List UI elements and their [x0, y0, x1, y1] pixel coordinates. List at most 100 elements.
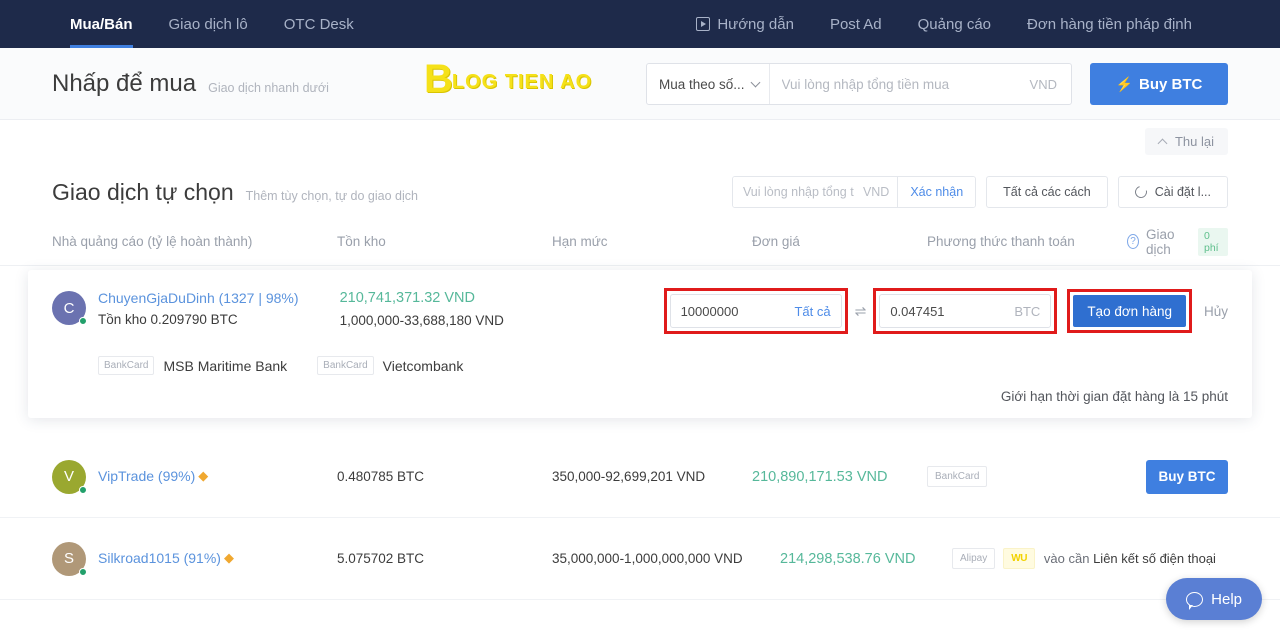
vip-badge-icon: ◆ — [223, 550, 234, 566]
collapse-button[interactable]: Thu lại — [1144, 128, 1228, 155]
price-cell: 210,890,171.53 VND — [752, 468, 888, 485]
crypto-unit-label: BTC — [1014, 303, 1041, 319]
trade-controls: Tất cả ⇌ BTC Tạo đơn hàng Hủy — [663, 288, 1228, 334]
offer-price-info: 210,741,371.32 VND 1,000,000-33,688,180 … — [340, 288, 664, 331]
column-header-payment: Phương thức thanh toán — [927, 234, 1075, 249]
avatar: V — [52, 459, 87, 494]
crypto-amount-input[interactable] — [890, 303, 1015, 319]
buy-mode-select[interactable]: Mua theo số... — [647, 64, 770, 104]
western-union-tag-icon: WU — [1003, 548, 1035, 569]
buy-btc-button[interactable]: ⚡ Buy BTC — [1090, 63, 1228, 105]
stock-cell: 5.075702 BTC — [337, 551, 425, 566]
payment-cell: Alipay WU vào cần Liên kết số điện thoại — [952, 548, 1216, 569]
zero-fee-badge: 0 phí — [1197, 227, 1228, 256]
payment-method-name: Vietcombank — [382, 357, 464, 374]
nav-item-mua-ban[interactable]: Mua/Bán — [52, 0, 151, 48]
column-header-trade: ? Giao dịch 0 phí — [1127, 227, 1228, 257]
vip-badge-icon: ◆ — [198, 468, 209, 484]
create-order-button[interactable]: Tạo đơn hàng — [1073, 295, 1186, 327]
advertiser-cell: S Silkroad1015 (91%) ◆ — [52, 541, 337, 576]
expanded-offer-main: C ChuyenGjaDuDinh (1327 | 98%) Tồn kho 0… — [52, 288, 1228, 334]
price-cell: 214,298,538.76 VND — [780, 550, 916, 567]
phone-link-note-emphasis: Liên kết số điện thoại — [1093, 551, 1216, 566]
nav-item-don-hang-tien-phap-dinh[interactable]: Đơn hàng tiền pháp định — [1009, 0, 1210, 48]
page-title: Giao dịch tự chọn — [52, 178, 234, 205]
swap-icon[interactable]: ⇌ — [855, 303, 867, 320]
advertiser-cell: V VipTrade (99%) ◆ — [52, 459, 337, 494]
nav-label: OTC Desk — [283, 15, 354, 33]
nav-item-huong-dan[interactable]: Hướng dẫn — [678, 0, 812, 48]
offer-limit-range: 1,000,000-33,688,180 VND — [339, 312, 504, 328]
payment-tag: BankCard — [927, 466, 988, 487]
online-status-dot — [79, 317, 87, 325]
nav-item-quang-cao[interactable]: Quảng cáo — [900, 0, 1009, 48]
fiat-amount-input[interactable] — [680, 303, 795, 319]
online-status-dot — [79, 485, 87, 494]
crypto-amount-field: BTC — [879, 294, 1052, 328]
quick-buy-title: Nhấp để mua — [52, 69, 197, 97]
advertiser-name-link[interactable]: ChuyenGjaDuDinh (1327 | 98%) — [98, 288, 340, 309]
limit-cell: 35,000,000-1,000,000,000 VND — [552, 551, 743, 566]
quick-buy-amount-input[interactable] — [769, 64, 1030, 104]
nav-label: Post Ad — [829, 15, 882, 33]
chevron-up-icon — [1157, 138, 1168, 148]
amount-filter-input[interactable] — [732, 177, 863, 207]
settings-button[interactable]: Cài đặt l... — [1117, 176, 1228, 208]
quick-buy-controls: Mua theo số... VND ⚡ Buy BTC — [645, 63, 1228, 105]
fiat-all-button[interactable]: Tất cả — [794, 304, 830, 319]
bankcard-tag-icon: BankCard — [317, 356, 374, 375]
advertiser-name-text: Silkroad1015 (91%) — [98, 550, 221, 567]
advertiser-name-text: VipTrade (99%) — [98, 468, 196, 485]
avatar-initial: V — [63, 467, 74, 485]
advertiser-stock: Tồn kho 0.209790 BTC — [98, 312, 238, 327]
quick-buy-subtitle: Giao dịch nhanh dưới — [208, 80, 329, 95]
buy-btc-button-label: Buy BTC — [1139, 75, 1203, 93]
table-row: S Silkroad1015 (91%) ◆ 5.075702 BTC 35,0… — [0, 518, 1280, 600]
section-header: Giao dịch tự chọn Thêm tùy chọn, tự do g… — [0, 166, 1280, 218]
quick-buy-bar: Nhấp để mua Giao dịch nhanh dưới B LOG T… — [0, 48, 1280, 120]
primary-nav-group: Mua/Bán Giao dịch lô OTC Desk — [0, 0, 372, 48]
all-payment-methods-button[interactable]: Tất cả các cách — [986, 176, 1108, 208]
quick-buy-input-group: Mua theo số... VND — [645, 63, 1072, 105]
limit-cell: 350,000-92,699,201 VND — [552, 469, 706, 484]
column-header-stock: Tồn kho — [337, 234, 386, 249]
nav-item-giao-dich-lo[interactable]: Giao dịch lô — [151, 0, 266, 48]
page-subtitle: Thêm tùy chọn, tự do giao dịch — [245, 188, 418, 203]
lightning-bolt-icon: ⚡ — [1115, 75, 1134, 92]
payment-tag: Alipay — [952, 548, 996, 569]
video-icon — [696, 17, 711, 31]
phone-link-note-text: vào cần — [1043, 551, 1094, 566]
order-time-limit-note: Giới hạn thời gian đặt hàng là 15 phút — [1000, 389, 1228, 404]
advertiser-name-link[interactable]: Silkroad1015 (91%) ◆ — [98, 548, 234, 568]
confirm-button[interactable]: Xác nhận — [897, 177, 976, 207]
bankcard-tag-icon: BankCard — [98, 356, 155, 375]
payment-cell: BankCard — [927, 466, 1127, 487]
help-question-icon[interactable]: ? — [1127, 234, 1140, 249]
fiat-amount-field: Tất cả — [669, 294, 842, 328]
nav-item-otc-desk[interactable]: OTC Desk — [266, 0, 372, 48]
table-row: V VipTrade (99%) ◆ 0.480785 BTC 350,000-… — [0, 436, 1280, 518]
site-logo: B LOG TIEN AO — [424, 57, 592, 101]
avatar: C — [52, 291, 87, 325]
avatar: S — [52, 541, 87, 576]
phone-link-note: vào cần Liên kết số điện thoại — [1044, 551, 1216, 566]
payment-method-name: MSB Maritime Bank — [163, 357, 288, 374]
column-header-limit: Hạn mức — [552, 234, 608, 249]
buy-btc-row-button[interactable]: Buy BTC — [1146, 459, 1228, 494]
chat-bubble-icon — [1186, 591, 1204, 610]
secondary-nav-group: Hướng dẫn Post Ad Quảng cáo Đơn hàng tiề… — [678, 0, 1280, 48]
nav-label: Mua/Bán — [70, 15, 133, 33]
help-button[interactable]: Help — [1166, 578, 1262, 620]
fiat-amount-highlight: Tất cả — [663, 288, 848, 334]
logo-bitcoin-b-icon: B — [424, 57, 453, 101]
nav-item-post-ad[interactable]: Post Ad — [812, 0, 900, 48]
offer-unit-price: 210,741,371.32 VND — [339, 290, 475, 306]
refresh-icon — [1132, 183, 1149, 201]
amount-filter-currency: VND — [862, 185, 890, 199]
top-navigation-bar: Mua/Bán Giao dịch lô OTC Desk Hướng dẫn … — [0, 0, 1280, 48]
cancel-link[interactable]: Hủy — [1204, 304, 1228, 319]
column-header-advertiser: Nhà quảng cáo (tỷ lệ hoàn thành) — [52, 233, 253, 249]
nav-label: Hướng dẫn — [717, 15, 794, 33]
advertiser-name-link[interactable]: VipTrade (99%) ◆ — [98, 466, 208, 486]
table-header-row: Nhà quảng cáo (tỷ lệ hoàn thành) Tồn kho… — [0, 218, 1280, 266]
